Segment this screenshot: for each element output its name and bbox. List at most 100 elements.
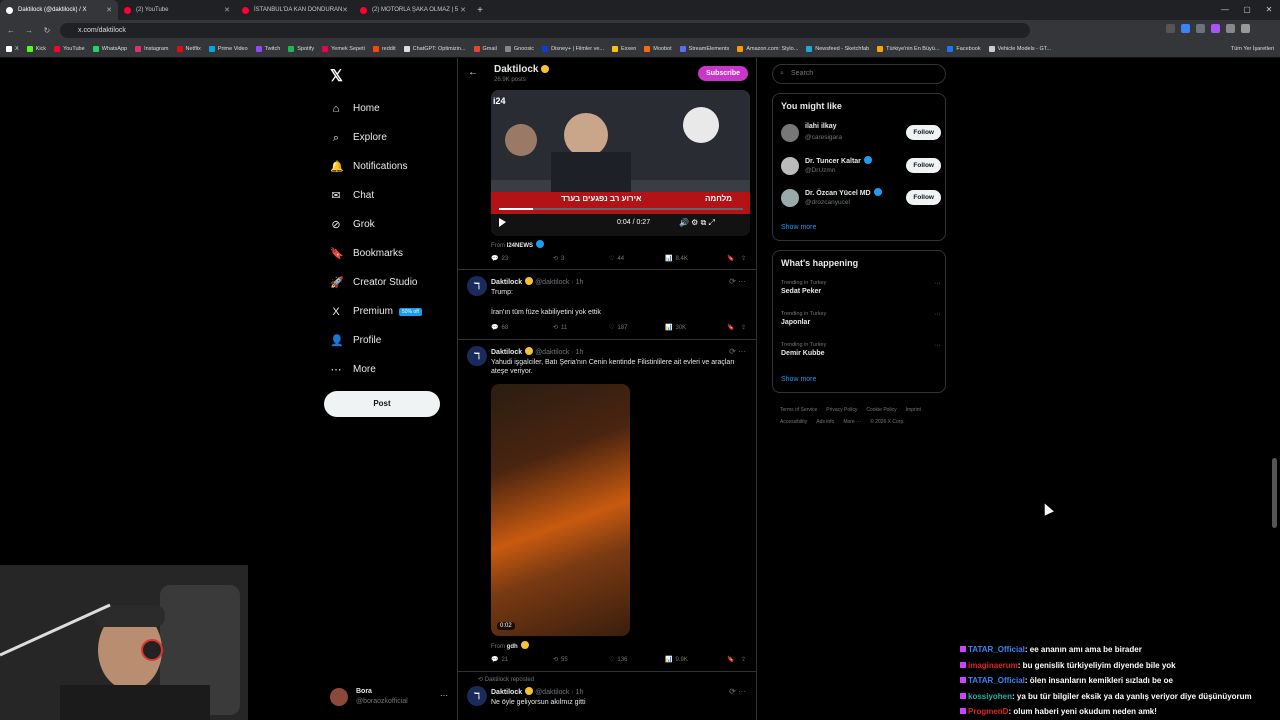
tweet-author[interactable]: Daktilock @daktilock · 1h [491, 277, 583, 286]
bookmark-item[interactable]: Spotify [288, 46, 314, 52]
more-icon[interactable]: ⟳ ··· [729, 347, 746, 356]
maximize-button[interactable]: ▢ [1236, 0, 1258, 20]
bookmark-item[interactable]: Instagram [135, 46, 169, 52]
close-window-button[interactable]: ✕ [1258, 0, 1280, 20]
avatar[interactable]: ℸ [467, 276, 487, 296]
nav-item-explore[interactable]: ⌕ Explore [322, 123, 422, 152]
bookmark-item[interactable]: Gnoosic [504, 46, 534, 52]
more-icon[interactable]: ⟳ ··· [729, 277, 746, 286]
share-icon[interactable]: ⇪ [741, 255, 746, 262]
footer-link[interactable]: More ··· [843, 416, 861, 428]
footer-link[interactable]: Accessibility [780, 416, 807, 428]
nav-item-creator-studio[interactable]: 🚀 Creator Studio [322, 268, 422, 297]
bookmark-icon[interactable]: 🔖 [727, 255, 734, 262]
nav-item-profile[interactable]: 👤 Profile [322, 326, 422, 355]
bookmark-item[interactable]: Prime Video [208, 46, 248, 52]
bookmark-icon[interactable]: 🔖 [727, 324, 734, 331]
bookmark-item[interactable]: Yemek Sepeti [322, 46, 365, 52]
more-icon[interactable]: ··· [934, 342, 941, 349]
browser-tab[interactable]: (2) MOTORLA ŞAKA OLMAZ | 5 ✕ [354, 0, 472, 20]
video-player[interactable]: i24 אירוע רב נפגעים בערד מלחמה 0:04 / 0:… [491, 90, 750, 236]
nav-item-home[interactable]: ⌂ Home [322, 94, 422, 123]
footer-link[interactable]: Terms of Service [780, 404, 817, 416]
share-icon[interactable]: ⇪ [741, 656, 746, 663]
footer-link[interactable]: Ads info [816, 416, 834, 428]
post-button[interactable]: Post [324, 391, 440, 417]
close-tab-icon[interactable]: ✕ [224, 6, 230, 14]
like-button[interactable]: ♡ 44 [609, 255, 624, 263]
bookmark-item[interactable]: WhatsApp [92, 46, 127, 52]
extension-icon[interactable] [1181, 24, 1190, 33]
trend-item[interactable]: Trending in Turkey Demir Kubbe ··· [781, 342, 941, 357]
browser-tab[interactable]: Daktilock (@daktilock) / X ✕ [0, 0, 118, 20]
reload-icon[interactable]: ↻ [40, 26, 54, 35]
follow-button[interactable]: Follow [906, 157, 941, 173]
bookmark-item[interactable]: Twitch [255, 46, 280, 52]
follow-button[interactable]: Follow [906, 190, 941, 205]
tweet-author[interactable]: Daktilock @daktilock · 1h [491, 687, 583, 696]
browser-tab[interactable]: (2) YouTube ✕ [118, 0, 236, 20]
nav-item-bookmarks[interactable]: 🔖 Bookmarks [322, 239, 422, 268]
bookmark-item[interactable]: reddit [372, 46, 396, 52]
profile-icon[interactable] [1241, 24, 1250, 33]
subscribe-button[interactable]: Subscribe [698, 66, 748, 81]
reply-button[interactable]: 💬 21 [491, 656, 508, 664]
bookmark-item[interactable]: Amazon.com: Stylo... [737, 46, 798, 52]
bookmark-icon[interactable]: 🔖 [727, 656, 734, 663]
extension-icon[interactable] [1226, 24, 1235, 33]
more-icon[interactable]: ··· [440, 691, 448, 700]
x-logo-icon[interactable]: 𝕏 [330, 66, 343, 86]
scrollbar-thumb[interactable] [1272, 458, 1277, 528]
views-button[interactable]: 📊 30K [665, 324, 686, 332]
search-input[interactable]: ⌕ Search [772, 64, 946, 84]
account-switcher[interactable]: Bora @boraozkofficial ··· [330, 685, 452, 709]
extension-icon[interactable] [1166, 24, 1175, 33]
trend-item[interactable]: Trending in Turkey Japonlar ··· [781, 311, 941, 326]
bookmark-item[interactable]: Kick [26, 46, 46, 52]
repost-button[interactable]: ⟲ 55 [553, 656, 568, 664]
like-button[interactable]: ♡ 187 [609, 324, 627, 332]
follow-suggestion[interactable]: Dr. Tuncer Kaltar @DrUzmn Follow [781, 153, 941, 181]
bookmark-item[interactable]: Türkiye'nin En Büyü... [877, 46, 939, 52]
views-button[interactable]: 📊 9.9K [665, 656, 688, 664]
bookmark-item[interactable]: Vehicle Models - GT... [988, 46, 1051, 52]
bookmark-item[interactable]: ChatGPT: Optimizin... [403, 46, 466, 52]
share-icon[interactable]: ⇪ [741, 324, 746, 331]
video-controls-icons[interactable]: 🔊 ⚙ ⧉ ⤢ [679, 218, 715, 228]
close-tab-icon[interactable]: ✕ [460, 6, 466, 14]
back-icon[interactable]: ← [4, 26, 18, 35]
scrollbar[interactable] [1272, 58, 1278, 720]
bookmark-item[interactable]: Facebook [947, 46, 981, 52]
avatar[interactable]: ℸ [467, 346, 487, 366]
more-icon[interactable]: ··· [934, 311, 941, 318]
bookmark-item[interactable]: Newsfeed - Sketchfab [806, 46, 869, 52]
repost-button[interactable]: ⟲ 11 [553, 324, 567, 332]
follow-suggestion[interactable]: ilahi ilkay @caresigara Follow [781, 120, 941, 148]
nav-item-notifications[interactable]: 🔔 Notifications [322, 152, 422, 181]
footer-link[interactable]: Privacy Policy [826, 404, 857, 416]
video-player[interactable]: 0:02 [491, 384, 630, 636]
minimize-button[interactable]: — [1214, 0, 1236, 20]
show-more-link[interactable]: Show more [781, 376, 816, 383]
nav-item-chat[interactable]: ✉ Chat [322, 181, 422, 210]
close-tab-icon[interactable]: ✕ [106, 6, 112, 14]
avatar[interactable]: ℸ [467, 686, 487, 706]
all-bookmarks-button[interactable]: Tüm Yer İşaretleri [1231, 46, 1274, 52]
reply-button[interactable]: 💬 23 [491, 255, 508, 263]
bookmark-item[interactable]: Disney+ | Filmler ve... [542, 46, 604, 52]
follow-suggestion[interactable]: Dr. Özcan Yücel MD @drozcanyucel Follow [781, 185, 941, 213]
more-icon[interactable]: ⟳ ··· [729, 687, 746, 696]
extension-icon[interactable] [1211, 24, 1220, 33]
back-arrow-icon[interactable]: ← [468, 67, 478, 78]
views-button[interactable]: 📊 8.4K [665, 255, 688, 263]
bookmark-item[interactable]: StreamElements [679, 46, 729, 52]
tweet-author[interactable]: Daktilock @daktilock · 1h [491, 347, 583, 356]
bookmark-item[interactable]: YouTube [54, 46, 85, 52]
bookmark-item[interactable]: Exxen [612, 46, 636, 52]
bookmark-item[interactable]: X [6, 46, 19, 52]
nav-item-more[interactable]: ⋯ More [322, 355, 422, 384]
more-icon[interactable]: ··· [934, 280, 941, 287]
forward-icon[interactable]: → [22, 26, 36, 35]
show-more-link[interactable]: Show more [781, 224, 816, 231]
repost-button[interactable]: ⟲ 3 [553, 255, 564, 263]
